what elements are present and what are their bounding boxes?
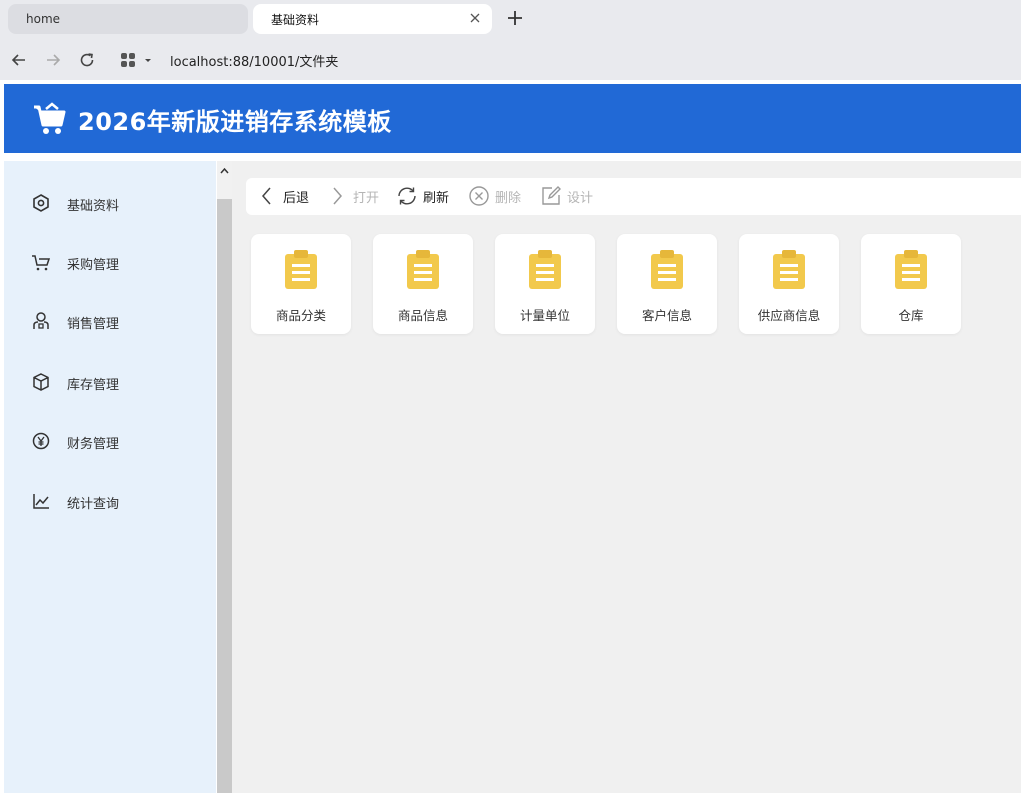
url-text[interactable]: localhost:88/10001/文件夹 [170, 51, 338, 70]
card-product-info[interactable]: 商品信息 [373, 234, 473, 334]
sidebar-item-label: 采购管理 [67, 258, 120, 273]
app-title: 2026年新版进销存系统模板 [78, 108, 392, 136]
sidebar-item-label: 库存管理 [67, 378, 120, 393]
clipboard-icon [285, 250, 317, 289]
card-label: 仓库 [898, 308, 924, 323]
box-icon [33, 373, 49, 391]
delete-button-label: 删除 [495, 190, 522, 206]
design-button[interactable]: 设计 [540, 184, 593, 208]
sidebar-item-label: 销售管理 [67, 317, 120, 332]
card-customer-info[interactable]: 客户信息 [617, 234, 717, 334]
back-button[interactable]: 后退 [256, 184, 309, 208]
address-bar: localhost:88/10001/文件夹 [0, 40, 1021, 80]
forward-arrow-icon[interactable] [43, 50, 63, 70]
toolbar: 后退 打开 刷新 删除 设计 [246, 178, 1021, 215]
tab-basic-data[interactable]: 基础资料 [253, 4, 492, 34]
card-label: 商品分类 [275, 308, 326, 323]
chevron-left-icon [262, 187, 271, 205]
scroll-up-arrow-icon[interactable] [217, 161, 232, 181]
card-unit[interactable]: 计量单位 [495, 234, 595, 334]
sidebar-item-sales[interactable]: 销售管理 [4, 301, 216, 341]
clipboard-icon [407, 250, 439, 289]
refresh-button[interactable]: 刷新 [396, 184, 449, 208]
card-label: 商品信息 [397, 308, 448, 323]
cart-icon [32, 255, 51, 271]
sidebar: 基础资料 采购管理 销售管理 库存管理 财务管理 统计查询 [4, 161, 216, 793]
apps-grid-icon[interactable] [119, 50, 155, 70]
refresh-icon [398, 187, 416, 205]
app-header: 2026年新版进销存系统模板 [4, 84, 1021, 153]
delete-button[interactable]: 删除 [468, 184, 521, 208]
chevron-right-icon [333, 187, 342, 205]
clipboard-icon [529, 250, 561, 289]
close-circle-icon [469, 186, 489, 206]
line-chart-icon [33, 494, 49, 509]
sidebar-item-label: 基础资料 [67, 199, 120, 214]
reload-icon[interactable] [77, 50, 97, 70]
open-button[interactable]: 打开 [326, 184, 379, 208]
open-button-label: 打开 [353, 190, 380, 206]
card-label: 客户信息 [641, 308, 692, 323]
new-tab-icon[interactable] [505, 8, 525, 28]
refresh-button-label: 刷新 [423, 190, 450, 206]
card-label: 供应商信息 [757, 308, 821, 323]
hexagon-settings-icon [33, 194, 49, 212]
sidebar-item-basic-data[interactable]: 基础资料 [4, 183, 216, 223]
tab-basic-data-label: 基础资料 [271, 12, 320, 27]
tab-home[interactable]: home [8, 4, 248, 34]
sidebar-item-label: 统计查询 [67, 497, 120, 512]
user-icon [33, 312, 49, 329]
sidebar-item-purchase[interactable]: 采购管理 [4, 242, 216, 282]
edit-icon [542, 186, 561, 205]
browser-tab-bar: home 基础资料 [0, 0, 1021, 40]
clipboard-icon [651, 250, 683, 289]
shopping-cart-logo-icon [34, 102, 66, 134]
scrollbar-thumb[interactable] [217, 199, 232, 793]
back-button-label: 后退 [283, 190, 310, 206]
clipboard-icon [895, 250, 927, 289]
clipboard-icon [773, 250, 805, 289]
sidebar-item-statistics[interactable]: 统计查询 [4, 481, 216, 521]
card-product-category[interactable]: 商品分类 [251, 234, 351, 334]
sidebar-item-inventory[interactable]: 库存管理 [4, 362, 216, 402]
back-arrow-icon[interactable] [9, 50, 29, 70]
card-label: 计量单位 [519, 308, 570, 323]
tab-home-label: home [26, 12, 61, 26]
sidebar-item-finance[interactable]: 财务管理 [4, 421, 216, 461]
yen-icon [32, 432, 50, 450]
card-warehouse[interactable]: 仓库 [861, 234, 961, 334]
card-supplier-info[interactable]: 供应商信息 [739, 234, 839, 334]
close-icon[interactable] [468, 11, 482, 25]
design-button-label: 设计 [567, 190, 594, 206]
sidebar-item-label: 财务管理 [67, 437, 120, 452]
